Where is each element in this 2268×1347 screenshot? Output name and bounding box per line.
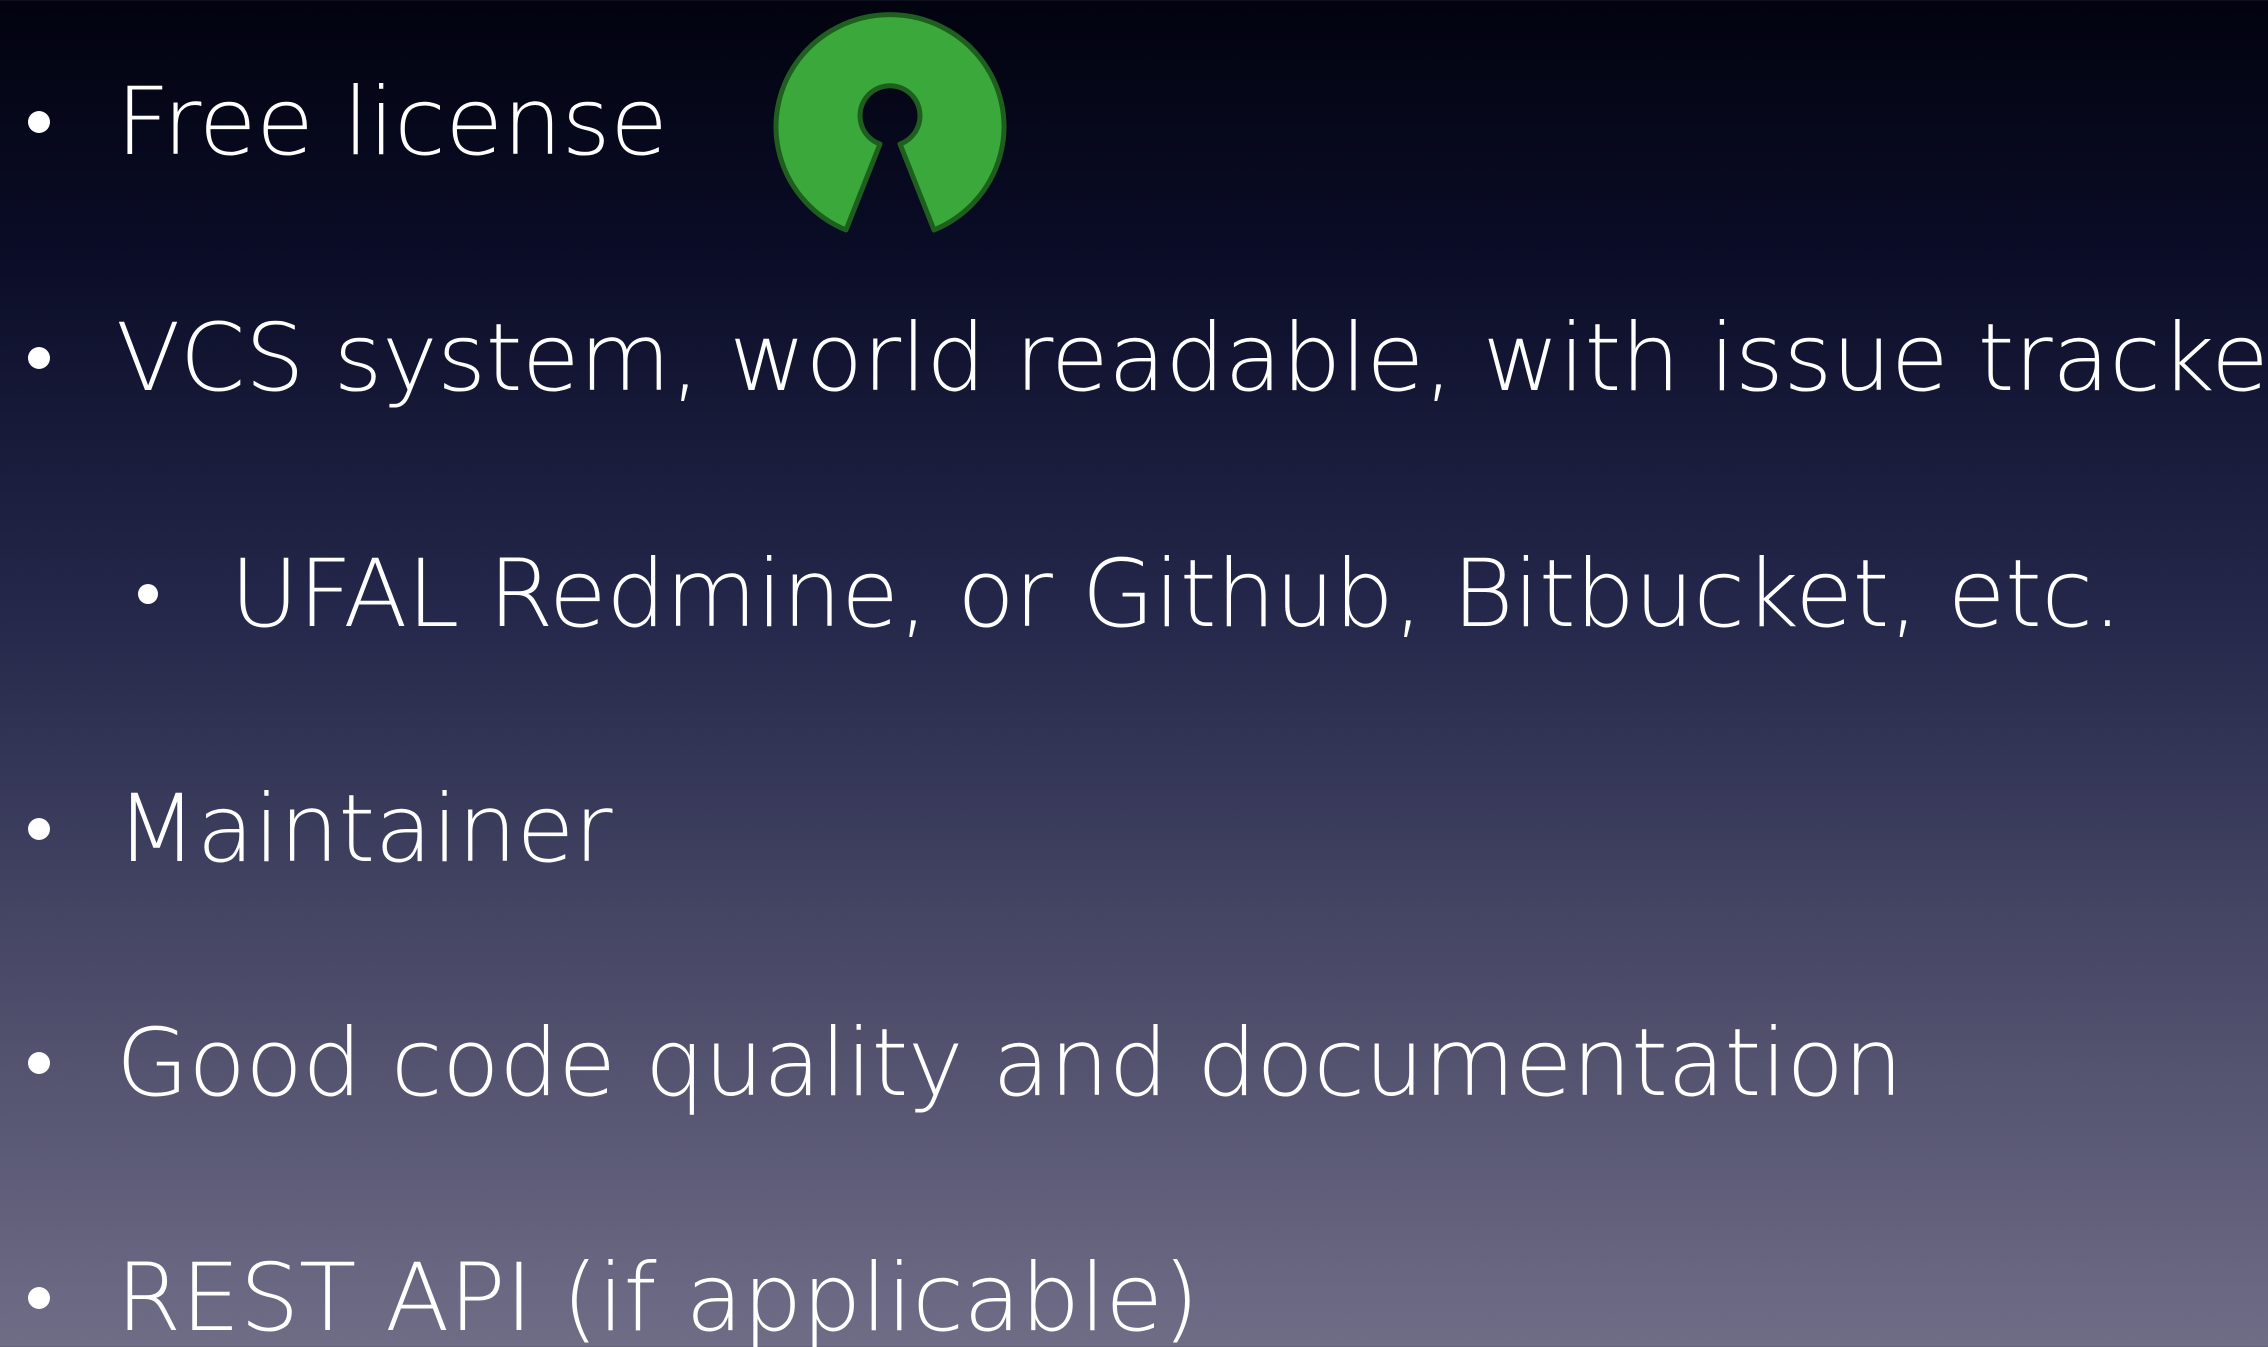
bullet-rest-api: REST API (if applicable) (28, 1238, 1199, 1347)
bullet-text: REST API (if applicable) (116, 1243, 1199, 1347)
bullet-text: Free license (116, 67, 668, 177)
open-source-logo-icon (773, 12, 1007, 233)
bullet-maintainer: Maintainer (28, 769, 613, 889)
bullet-dot (28, 111, 50, 133)
slide: Free license VCS system, world readable,… (0, 0, 2268, 1347)
bullet-text: VCS system, world readable, with issue t… (116, 303, 2268, 413)
bullet-dot (28, 1052, 50, 1074)
bullet-free-license: Free license (28, 62, 668, 182)
bullet-code-quality: Good code quality and documentation (28, 1003, 1903, 1123)
bullet-dot (28, 1287, 50, 1309)
bullet-text: UFAL Redmine, or Github, Bitbucket, etc. (230, 539, 2122, 649)
bullet-dot (28, 818, 50, 840)
bullet-dot (28, 347, 50, 369)
bullet-dot (138, 584, 158, 604)
bullet-text: Maintainer (116, 774, 613, 884)
bullet-text: Good code quality and documentation (116, 1008, 1903, 1118)
sub-bullet-hosting-options: UFAL Redmine, or Github, Bitbucket, etc. (138, 534, 2122, 654)
bullet-vcs-system: VCS system, world readable, with issue t… (28, 298, 2268, 418)
